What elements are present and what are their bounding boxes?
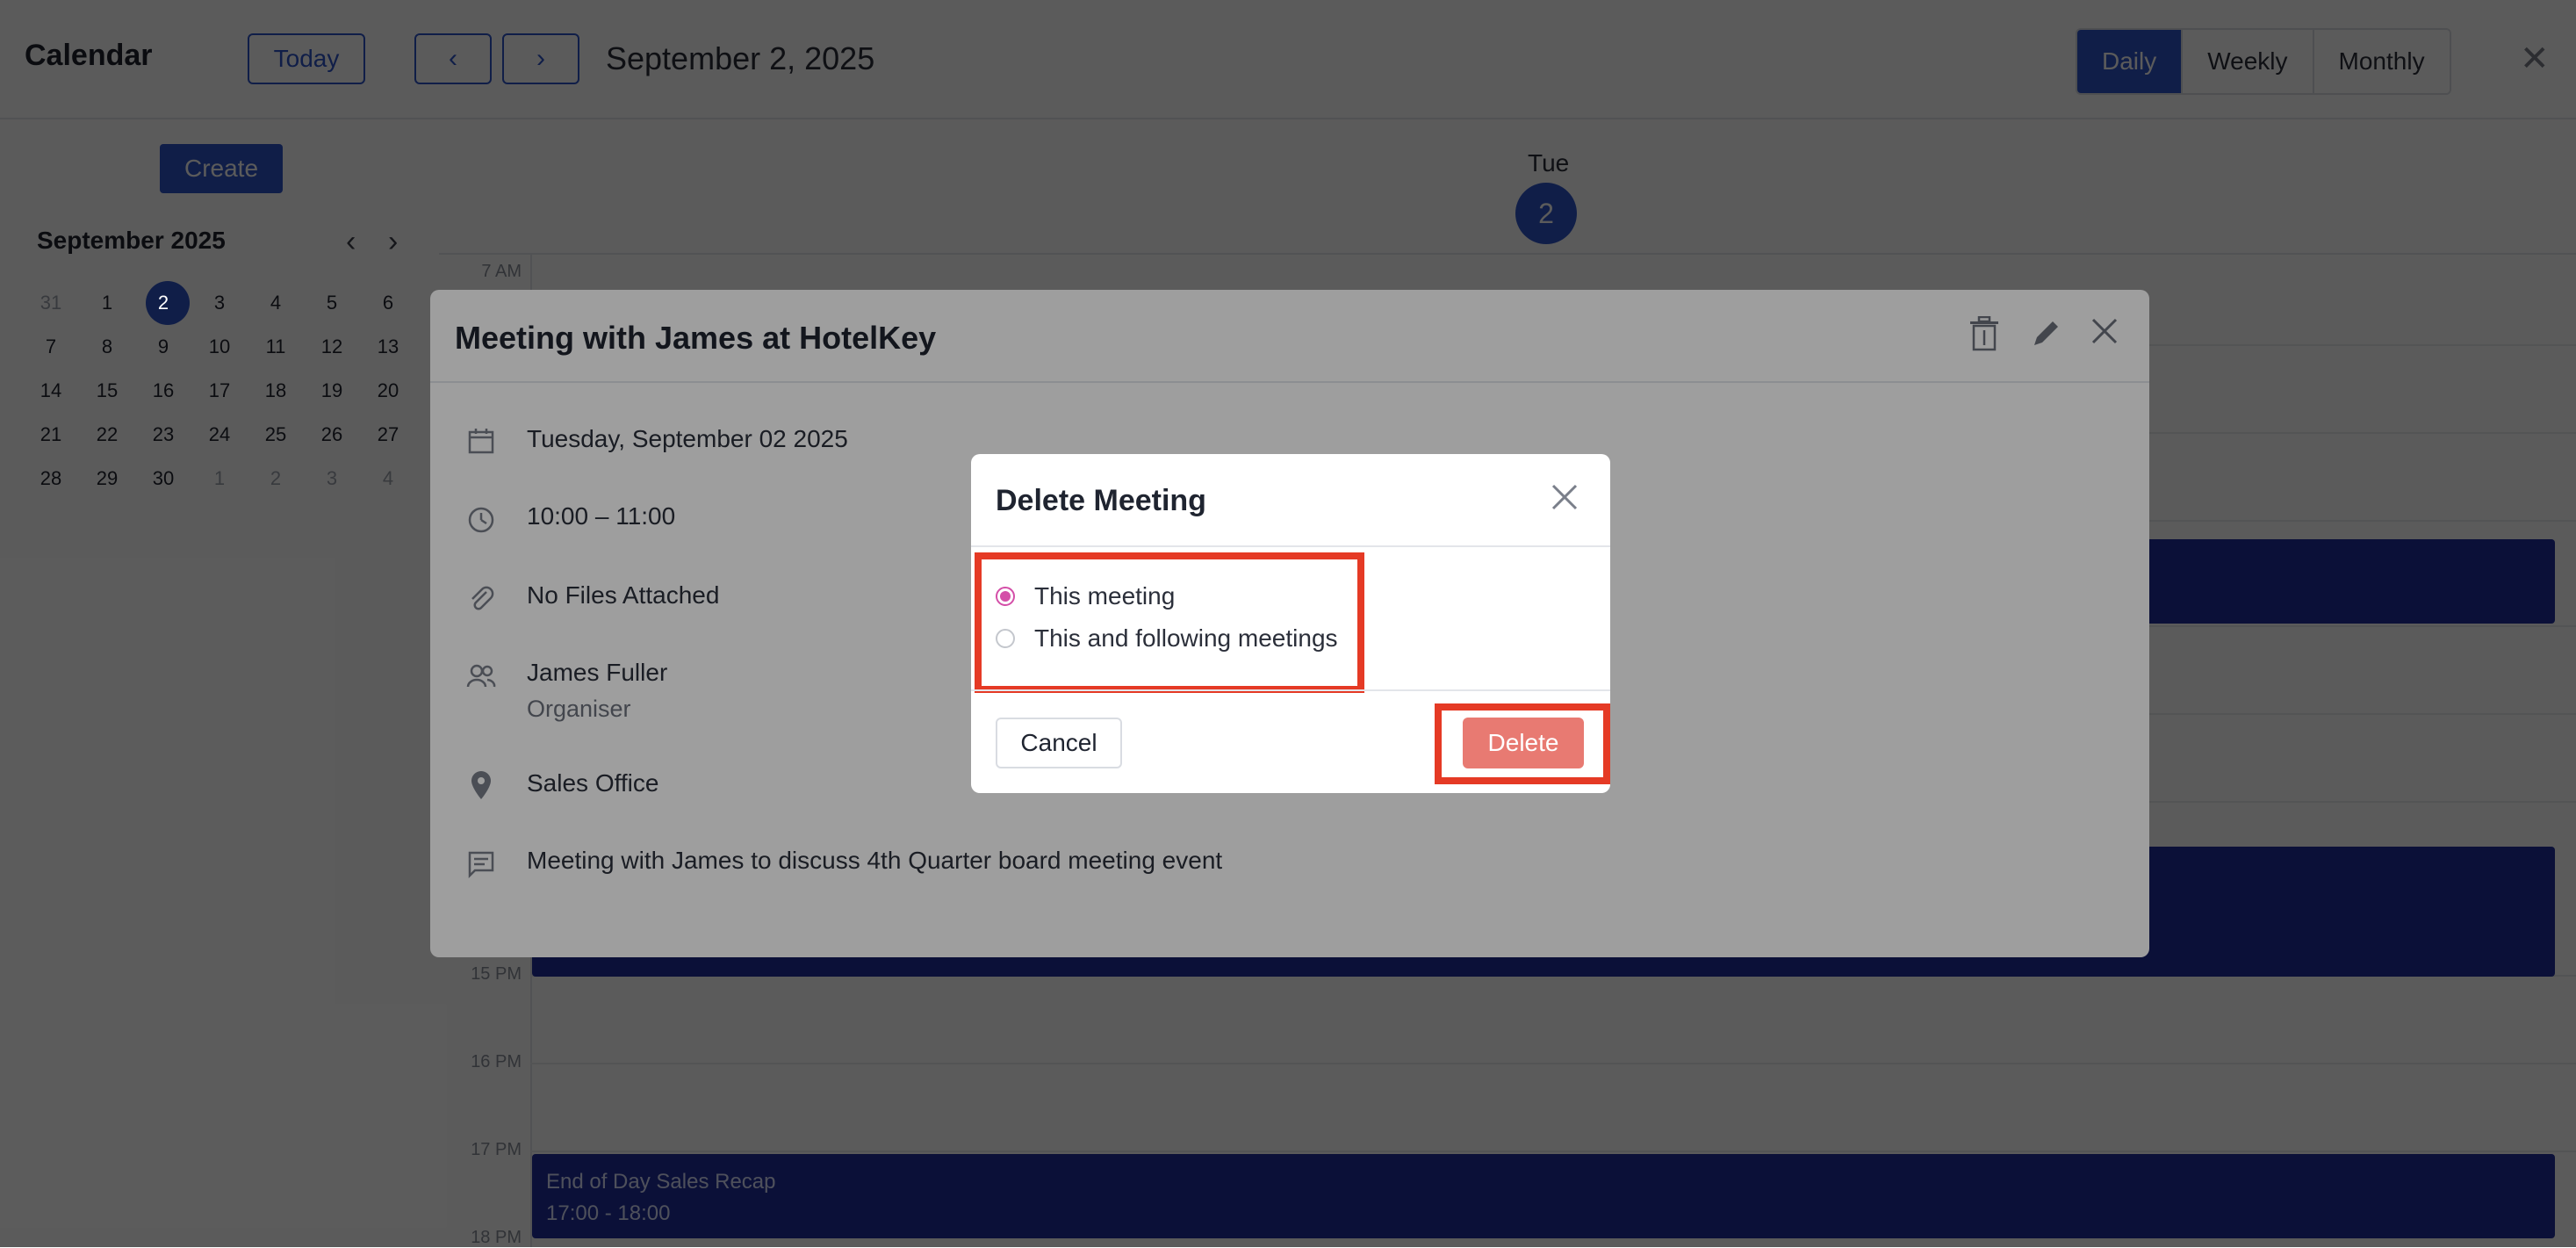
radio-label: This and following meetings — [1034, 624, 1338, 652]
dialog-title: Delete Meeting — [996, 484, 1206, 517]
delete-button[interactable]: Delete — [1463, 718, 1584, 768]
radio-option-following-meetings[interactable]: This and following meetings — [996, 624, 1338, 653]
dialog-divider — [971, 545, 1610, 547]
close-icon[interactable] — [1551, 480, 1579, 520]
mini-day-number: 2 — [157, 292, 169, 314]
radio-button[interactable] — [996, 587, 1015, 606]
radio-label: This meeting — [1034, 582, 1176, 610]
cancel-button[interactable]: Cancel — [996, 718, 1122, 768]
radio-option-this-meeting[interactable]: This meeting — [996, 582, 1175, 610]
highlight-box-options — [975, 552, 1364, 693]
radio-button[interactable] — [996, 629, 1015, 648]
dialog-divider — [971, 689, 1610, 691]
delete-meeting-dialog: Delete Meeting This meeting This and fol… — [971, 454, 1610, 793]
